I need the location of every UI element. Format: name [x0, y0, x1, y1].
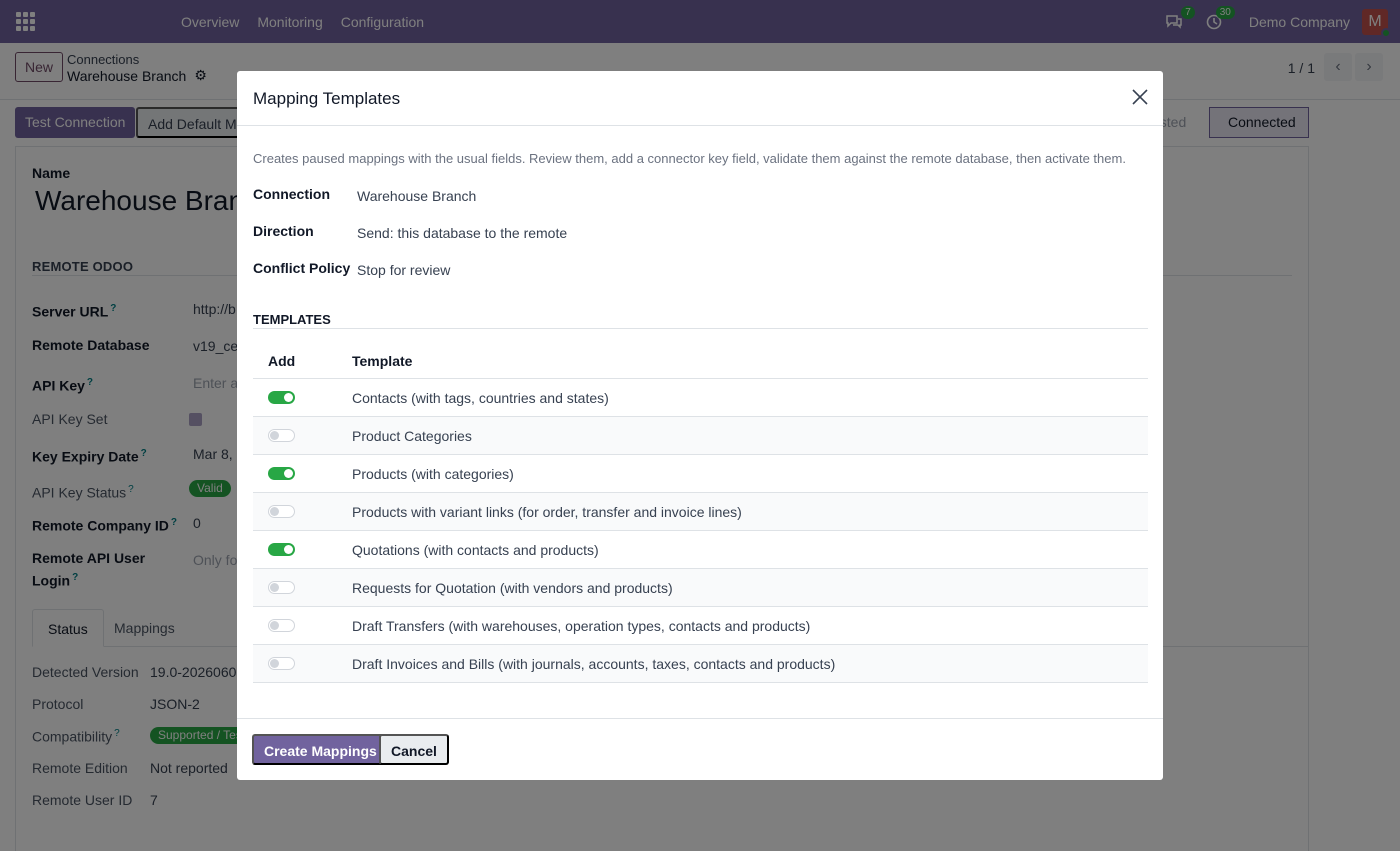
dialog-title: Mapping Templates — [253, 89, 401, 108]
add-toggle[interactable] — [268, 505, 295, 518]
toggle-knob — [284, 393, 293, 402]
table-row: Product Categories — [253, 417, 1148, 455]
toggle-knob — [270, 431, 279, 440]
table-row: Requests for Quotation (with vendors and… — [253, 569, 1148, 607]
add-toggle[interactable] — [268, 657, 295, 670]
template-name: Draft Transfers (with warehouses, operat… — [352, 618, 811, 634]
add-toggle[interactable] — [268, 543, 295, 556]
template-name: Quotations (with contacts and products) — [352, 542, 599, 558]
column-add: Add — [268, 353, 296, 369]
template-name: Products (with categories) — [352, 466, 514, 482]
mapping-templates-dialog: Mapping Templates Creates paused mapping… — [237, 71, 1163, 780]
template-name: Requests for Quotation (with vendors and… — [352, 580, 673, 596]
connection-value: Warehouse Branch — [357, 188, 477, 204]
table-row: Products with variant links (for order, … — [253, 493, 1148, 531]
template-name: Products with variant links (for order, … — [352, 504, 742, 520]
toggle-knob — [270, 621, 279, 630]
add-toggle[interactable] — [268, 429, 295, 442]
add-toggle[interactable] — [268, 467, 295, 480]
create-mappings-button[interactable]: Create Mappings — [252, 734, 389, 765]
toggle-knob — [284, 545, 293, 554]
column-template: Template — [352, 353, 413, 369]
add-toggle[interactable] — [268, 619, 295, 632]
add-toggle[interactable] — [268, 581, 295, 594]
connection-label: Connection — [253, 186, 330, 202]
dialog-header: Mapping Templates — [237, 71, 1163, 126]
direction-label: Direction — [253, 223, 314, 239]
table-header: Add Template — [253, 341, 1148, 379]
section-divider — [253, 328, 1148, 329]
table-body: Contacts (with tags, countries and state… — [253, 379, 1148, 683]
direction-value: Send: this database to the remote — [357, 225, 568, 241]
templates-section-title: TEMPLATES — [253, 312, 331, 327]
toggle-knob — [270, 583, 279, 592]
cancel-button[interactable]: Cancel — [379, 734, 449, 765]
toggle-knob — [284, 469, 293, 478]
add-toggle[interactable] — [268, 391, 295, 404]
table-row: Draft Transfers (with warehouses, operat… — [253, 607, 1148, 645]
dialog-footer: Create Mappings Cancel — [237, 718, 1163, 780]
table-row: Draft Invoices and Bills (with journals,… — [253, 645, 1148, 683]
conflict-policy-label: Conflict Policy — [253, 260, 351, 276]
conflict-policy-value: Stop for review — [357, 262, 451, 278]
template-name: Contacts (with tags, countries and state… — [352, 390, 609, 406]
template-name: Product Categories — [352, 428, 472, 444]
table-row: Contacts (with tags, countries and state… — [253, 379, 1148, 417]
table-row: Quotations (with contacts and products) — [253, 531, 1148, 569]
close-icon[interactable] — [1131, 88, 1149, 106]
template-name: Draft Invoices and Bills (with journals,… — [352, 656, 836, 672]
dialog-description: Creates paused mappings with the usual f… — [253, 151, 1126, 166]
templates-table: Add Template Contacts (with tags, countr… — [253, 341, 1148, 683]
toggle-knob — [270, 507, 279, 516]
table-row: Products (with categories) — [253, 455, 1148, 493]
toggle-knob — [270, 659, 279, 668]
